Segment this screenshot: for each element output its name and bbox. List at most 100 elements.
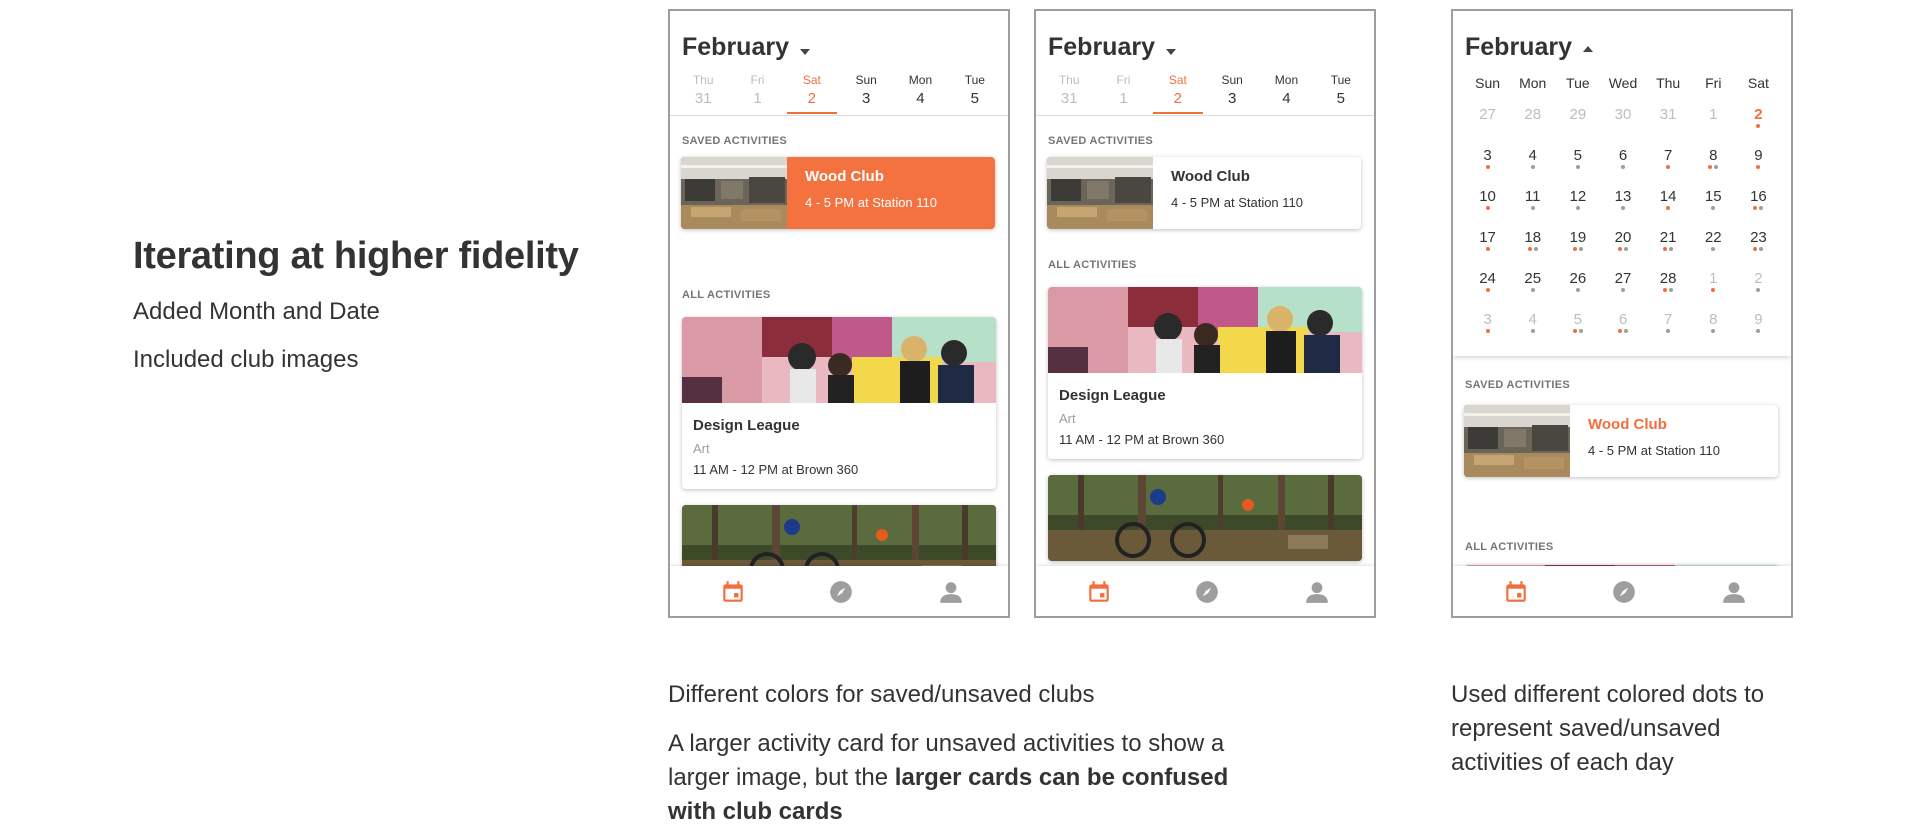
activity-dots: [1465, 206, 1510, 211]
day-sun[interactable]: Sun 3: [1205, 73, 1259, 107]
calendar-day[interactable]: 30: [1600, 106, 1645, 147]
calendar-day[interactable]: 11: [1510, 188, 1555, 229]
calendar-icon[interactable]: [1503, 579, 1529, 605]
calendar-day[interactable]: 8: [1691, 311, 1736, 352]
calendar-day[interactable]: 24: [1465, 270, 1510, 311]
bottom-nav: [1036, 566, 1374, 616]
calendar-day[interactable]: 14: [1646, 188, 1691, 229]
calendar-icon[interactable]: [1086, 579, 1112, 605]
calendar-day[interactable]: 27: [1465, 106, 1510, 147]
caret-up-icon[interactable]: [1583, 46, 1593, 52]
calendar-day[interactable]: 19: [1555, 229, 1600, 270]
day-fri[interactable]: Fri 1: [1096, 73, 1150, 107]
caption-larger-card: A larger activity card for unsaved activ…: [668, 730, 1229, 825]
day-tue[interactable]: Tue 5: [1314, 73, 1368, 107]
calendar-day[interactable]: 23: [1736, 229, 1781, 270]
calendar-day[interactable]: 20: [1600, 229, 1645, 270]
calendar-day[interactable]: 4: [1510, 311, 1555, 352]
calendar-day[interactable]: 27: [1600, 270, 1645, 311]
calendar-day[interactable]: 12: [1555, 188, 1600, 229]
calendar-day[interactable]: 9: [1736, 147, 1781, 188]
person-icon[interactable]: [1304, 579, 1330, 605]
activity-card-large[interactable]: Design League Art 11 AM - 12 PM at Brown…: [682, 317, 996, 489]
compass-icon[interactable]: [1194, 579, 1220, 605]
saved-activity-dot: [1527, 247, 1532, 251]
caret-down-icon[interactable]: [1166, 49, 1176, 55]
calendar-day[interactable]: 2: [1736, 270, 1781, 311]
day-fri[interactable]: Fri 1: [730, 73, 784, 107]
calendar-day[interactable]: 9: [1736, 311, 1781, 352]
saved-activity-dot: [1753, 206, 1758, 210]
calendar-day[interactable]: 15: [1691, 188, 1736, 229]
activity-dots: [1736, 206, 1781, 211]
day-mon[interactable]: Mon 4: [1259, 73, 1313, 107]
activity-dots: [1600, 247, 1645, 252]
month-title[interactable]: February: [1048, 33, 1155, 62]
calendar-day[interactable]: 10: [1465, 188, 1510, 229]
unsaved-activity-dot: [1620, 288, 1625, 292]
day-thu[interactable]: Thu 31: [676, 73, 730, 107]
activity-dots: [1736, 124, 1781, 129]
date-header: February Thu 31 Fri 1 Sat 2 Sun 3 Mon 4 Tue 5: [670, 11, 1008, 116]
calendar-day[interactable]: 26: [1555, 270, 1600, 311]
activity-dots: [1555, 165, 1600, 170]
calendar-day[interactable]: 28: [1510, 106, 1555, 147]
calendar-icon[interactable]: [720, 579, 746, 605]
calendar-day[interactable]: 7: [1646, 311, 1691, 352]
calendar-day[interactable]: 5: [1555, 147, 1600, 188]
caption-colored-dots: Used different colored dots to represent…: [1451, 681, 1765, 776]
calendar-day[interactable]: 4: [1510, 147, 1555, 188]
day-mon[interactable]: Mon 4: [893, 73, 947, 107]
unsaved-activity-dot: [1620, 165, 1625, 169]
calendar-day[interactable]: 17: [1465, 229, 1510, 270]
phone-screen-month-calendar: February Sun Mon Tue Wed Thu Fri Sat 27 28 29 30 3…: [1451, 9, 1793, 618]
month-title[interactable]: February: [1465, 33, 1572, 62]
person-icon[interactable]: [938, 579, 964, 605]
saved-activity-card[interactable]: Wood Club 4 - 5 PM at Station 110: [1047, 157, 1361, 229]
compass-icon[interactable]: [828, 579, 854, 605]
calendar-day[interactable]: 2: [1736, 106, 1781, 147]
calendar-day[interactable]: 3: [1465, 311, 1510, 352]
calendar-day[interactable]: 21: [1646, 229, 1691, 270]
calendar-day[interactable]: 29: [1555, 106, 1600, 147]
saved-activity-card[interactable]: Wood Club 4 - 5 PM at Station 110: [1464, 405, 1778, 477]
calendar-day[interactable]: 16: [1736, 188, 1781, 229]
calendar-day[interactable]: 6: [1600, 147, 1645, 188]
calendar-day[interactable]: 28: [1646, 270, 1691, 311]
unsaved-activity-dot: [1756, 288, 1761, 292]
calendar-day[interactable]: 6: [1600, 311, 1645, 352]
day-sat-selected[interactable]: Sat 2: [1151, 73, 1205, 114]
card-title: Design League: [1059, 387, 1166, 404]
activity-dots: [1691, 206, 1736, 211]
day-tue[interactable]: Tue 5: [948, 73, 1002, 107]
unsaved-activity-dot: [1575, 206, 1580, 210]
saved-activity-card[interactable]: Wood Club 4 - 5 PM at Station 110: [681, 157, 995, 229]
person-icon[interactable]: [1721, 579, 1747, 605]
saved-activity-dot: [1666, 165, 1671, 169]
calendar-day[interactable]: 25: [1510, 270, 1555, 311]
calendar-day[interactable]: 1: [1691, 106, 1736, 147]
phone-screen-white-cards: February Thu 31 Fri 1 Sat 2 Sun 3 Mon 4 Tue 5 …: [1034, 9, 1376, 618]
unsaved-activity-dot: [1578, 247, 1583, 251]
activity-card-large[interactable]: [1048, 475, 1362, 561]
day-sat-selected[interactable]: Sat 2: [785, 73, 839, 114]
calendar-day[interactable]: 18: [1510, 229, 1555, 270]
caret-down-icon[interactable]: [800, 49, 810, 55]
calendar-day[interactable]: 5: [1555, 311, 1600, 352]
calendar-day[interactable]: 3: [1465, 147, 1510, 188]
calendar-day[interactable]: 22: [1691, 229, 1736, 270]
activity-dots: [1510, 329, 1555, 334]
activity-dots: [1646, 206, 1691, 211]
calendar-day[interactable]: 7: [1646, 147, 1691, 188]
month-title[interactable]: February: [682, 33, 789, 62]
calendar-day[interactable]: 8: [1691, 147, 1736, 188]
compass-icon[interactable]: [1611, 579, 1637, 605]
card-detail: 11 AM - 12 PM at Brown 360: [693, 462, 859, 477]
day-sun[interactable]: Sun 3: [839, 73, 893, 107]
activity-card-large[interactable]: Design League Art 11 AM - 12 PM at Brown…: [1048, 287, 1362, 459]
day-thu[interactable]: Thu 31: [1042, 73, 1096, 107]
calendar-day[interactable]: 31: [1646, 106, 1691, 147]
all-activities-heading: ALL ACTIVITIES: [1465, 541, 1554, 553]
calendar-day[interactable]: 1: [1691, 270, 1736, 311]
calendar-day[interactable]: 13: [1600, 188, 1645, 229]
